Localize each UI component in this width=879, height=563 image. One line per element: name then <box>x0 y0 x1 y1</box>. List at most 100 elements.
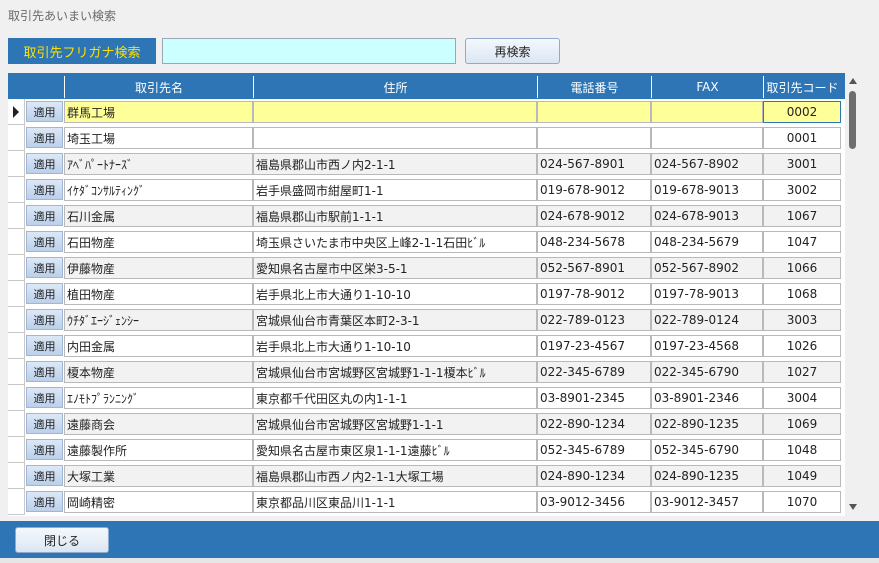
cell-fax[interactable] <box>651 127 763 149</box>
row-selector[interactable] <box>8 359 25 385</box>
column-header-address[interactable]: 住所 <box>253 76 537 98</box>
apply-button[interactable]: 適用 <box>26 491 63 512</box>
cell-name[interactable]: 群馬工場 <box>64 101 253 123</box>
cell-address[interactable] <box>253 101 537 123</box>
cell-code[interactable]: 1068 <box>763 283 841 305</box>
cell-name[interactable]: 遠藤製作所 <box>64 439 253 461</box>
cell-phone[interactable]: 0197-23-4567 <box>537 335 651 357</box>
cell-fax[interactable]: 052-567-8902 <box>651 257 763 279</box>
table-row[interactable]: 適用 植田物産 岩手県北上市大通り1-10-10 0197-78-9012 0197-7… <box>8 281 845 307</box>
cell-code[interactable]: 3003 <box>763 309 841 331</box>
cell-code[interactable]: 1047 <box>763 231 841 253</box>
apply-button[interactable]: 適用 <box>26 283 63 304</box>
cell-name[interactable]: ｴﾉﾓﾄﾌﾟﾗﾝﾆﾝｸﾞ <box>64 387 253 409</box>
apply-button[interactable]: 適用 <box>26 309 63 330</box>
cell-code[interactable]: 1048 <box>763 439 841 461</box>
table-row[interactable]: 適用 大塚工業 福島県郡山市西ノ内2-1-1大塚工場 024-890-1234 024-… <box>8 463 845 489</box>
cell-fax[interactable] <box>651 101 763 123</box>
apply-button[interactable]: 適用 <box>26 257 63 278</box>
row-selector[interactable] <box>8 489 25 515</box>
row-selector[interactable] <box>8 437 25 463</box>
cell-fax[interactable]: 048-234-5679 <box>651 231 763 253</box>
cell-code[interactable]: 1070 <box>763 491 841 513</box>
cell-name[interactable]: ｲｹﾀﾞｺﾝｻﾙﾃｨﾝｸﾞ <box>64 179 253 201</box>
table-row[interactable]: 適用 遠藤商会 宮城県仙台市宮城野区宮城野1-1-1 022-890-1234 022-… <box>8 411 845 437</box>
column-header-code[interactable]: 取引先コード <box>763 76 841 98</box>
cell-fax[interactable]: 0197-23-4568 <box>651 335 763 357</box>
cell-address[interactable]: 東京都品川区東品川1-1-1 <box>253 491 537 513</box>
cell-phone[interactable]: 022-890-1234 <box>537 413 651 435</box>
cell-phone[interactable]: 022-345-6789 <box>537 361 651 383</box>
cell-name[interactable]: ｱﾍﾞﾊﾟｰﾄﾅｰｽﾞ <box>64 153 253 175</box>
cell-code[interactable]: 3002 <box>763 179 841 201</box>
cell-name[interactable]: 大塚工業 <box>64 465 253 487</box>
cell-fax[interactable]: 022-345-6790 <box>651 361 763 383</box>
cell-fax[interactable]: 024-678-9013 <box>651 205 763 227</box>
row-selector[interactable] <box>8 281 25 307</box>
scroll-down-arrow-icon[interactable] <box>849 504 857 510</box>
apply-button[interactable]: 適用 <box>26 387 63 408</box>
furigana-search-input[interactable] <box>162 38 456 64</box>
cell-address[interactable] <box>253 127 537 149</box>
research-button[interactable]: 再検索 <box>465 38 560 64</box>
close-button[interactable]: 閉じる <box>15 527 109 553</box>
cell-address[interactable]: 東京都千代田区丸の内1-1-1 <box>253 387 537 409</box>
cell-name[interactable]: ｳﾁﾀﾞｴｰｼﾞｪﾝｼｰ <box>64 309 253 331</box>
cell-name[interactable]: 埼玉工場 <box>64 127 253 149</box>
scroll-up-arrow-icon[interactable] <box>849 78 857 84</box>
table-row[interactable]: 適用 ｳﾁﾀﾞｴｰｼﾞｪﾝｼｰ 宮城県仙台市青葉区本町2-3-1 022-789-01… <box>8 307 845 333</box>
cell-phone[interactable] <box>537 127 651 149</box>
cell-fax[interactable]: 03-9012-3457 <box>651 491 763 513</box>
cell-address[interactable]: 岩手県北上市大通り1-10-10 <box>253 335 537 357</box>
cell-name[interactable]: 岡崎精密 <box>64 491 253 513</box>
cell-name[interactable]: 内田金属 <box>64 335 253 357</box>
table-row[interactable]: 適用 内田金属 岩手県北上市大通り1-10-10 0197-23-4567 0197-2… <box>8 333 845 359</box>
apply-button[interactable]: 適用 <box>26 179 63 200</box>
cell-fax[interactable]: 024-890-1235 <box>651 465 763 487</box>
apply-button[interactable]: 適用 <box>26 335 63 356</box>
cell-code[interactable]: 1026 <box>763 335 841 357</box>
apply-button[interactable]: 適用 <box>26 231 63 252</box>
cell-name[interactable]: 伊藤物産 <box>64 257 253 279</box>
cell-phone[interactable]: 024-567-8901 <box>537 153 651 175</box>
apply-button[interactable]: 適用 <box>26 101 63 122</box>
cell-fax[interactable]: 022-890-1235 <box>651 413 763 435</box>
cell-name[interactable]: 植田物産 <box>64 283 253 305</box>
apply-button[interactable]: 適用 <box>26 465 63 486</box>
row-selector[interactable] <box>8 333 25 359</box>
cell-code[interactable]: 0002 <box>763 101 841 123</box>
cell-phone[interactable]: 022-789-0123 <box>537 309 651 331</box>
row-selector[interactable] <box>8 125 25 151</box>
apply-button[interactable]: 適用 <box>26 205 63 226</box>
cell-name[interactable]: 石川金属 <box>64 205 253 227</box>
cell-phone[interactable]: 0197-78-9012 <box>537 283 651 305</box>
table-row[interactable]: 適用 石川金属 福島県郡山市駅前1-1-1 024-678-9012 024-678-9… <box>8 203 845 229</box>
cell-phone[interactable]: 024-890-1234 <box>537 465 651 487</box>
cell-address[interactable]: 愛知県名古屋市中区栄3-5-1 <box>253 257 537 279</box>
column-header-fax[interactable]: FAX <box>651 76 763 98</box>
cell-address[interactable]: 宮城県仙台市宮城野区宮城野1-1-1 <box>253 413 537 435</box>
cell-fax[interactable]: 0197-78-9013 <box>651 283 763 305</box>
cell-phone[interactable]: 052-345-6789 <box>537 439 651 461</box>
apply-button[interactable]: 適用 <box>26 127 63 148</box>
column-header-phone[interactable]: 電話番号 <box>537 76 651 98</box>
row-selector[interactable] <box>8 177 25 203</box>
apply-button[interactable]: 適用 <box>26 153 63 174</box>
row-selector[interactable] <box>8 99 25 125</box>
cell-code[interactable]: 0001 <box>763 127 841 149</box>
apply-button[interactable]: 適用 <box>26 361 63 382</box>
cell-address[interactable]: 宮城県仙台市宮城野区宮城野1-1-1榎本ﾋﾞﾙ <box>253 361 537 383</box>
cell-address[interactable]: 福島県郡山市西ノ内2-1-1大塚工場 <box>253 465 537 487</box>
cell-address[interactable]: 福島県郡山市駅前1-1-1 <box>253 205 537 227</box>
cell-address[interactable]: 福島県郡山市西ノ内2-1-1 <box>253 153 537 175</box>
table-row[interactable]: 適用 遠藤製作所 愛知県名古屋市東区泉1-1-1遠藤ﾋﾞﾙ 052-345-6789 0… <box>8 437 845 463</box>
row-selector[interactable] <box>8 463 25 489</box>
row-selector[interactable] <box>8 307 25 333</box>
cell-code[interactable]: 3001 <box>763 153 841 175</box>
cell-code[interactable]: 1049 <box>763 465 841 487</box>
cell-address[interactable]: 岩手県北上市大通り1-10-10 <box>253 283 537 305</box>
cell-address[interactable]: 埼玉県さいたま市中央区上峰2-1-1石田ﾋﾞﾙ <box>253 231 537 253</box>
apply-button[interactable]: 適用 <box>26 413 63 434</box>
cell-fax[interactable]: 052-345-6790 <box>651 439 763 461</box>
cell-phone[interactable]: 03-8901-2345 <box>537 387 651 409</box>
